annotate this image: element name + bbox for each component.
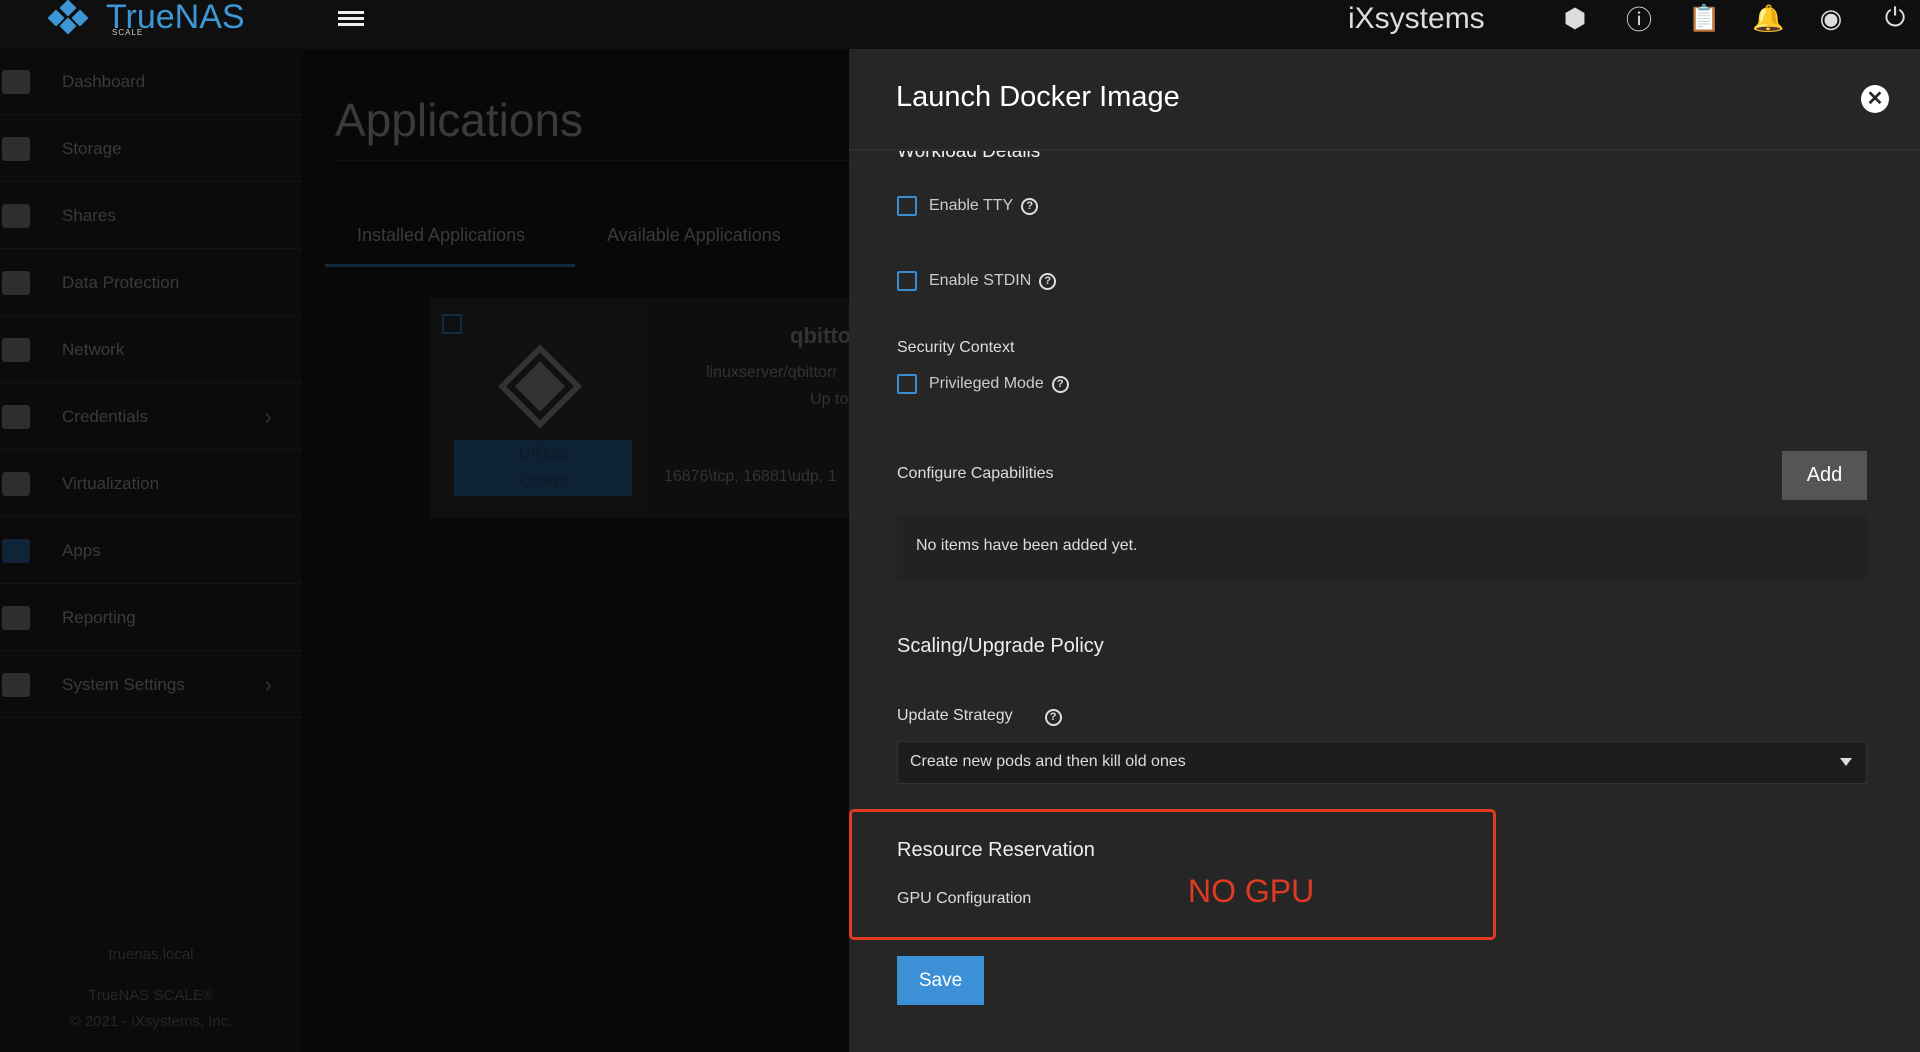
checkbox-box[interactable] — [897, 271, 917, 291]
chevron-right-icon: › — [264, 671, 272, 697]
main-content: Applications Installed Applications Avai… — [302, 49, 852, 1052]
checkbox-label: Enable TTY — [929, 197, 1014, 214]
enable-stdin-checkbox[interactable]: Enable STDIN? — [897, 271, 1057, 291]
panel-title: Launch Docker Image — [896, 81, 1180, 113]
update-strategy-select[interactable]: Create new pods and then kill old ones — [897, 741, 1867, 784]
app-select-checkbox[interactable] — [442, 314, 462, 334]
checkbox-box[interactable] — [897, 196, 917, 216]
app-logo-icon: ◈ — [497, 316, 583, 439]
dashboard-icon — [2, 69, 30, 94]
checkbox-box[interactable] — [897, 374, 917, 394]
help-icon[interactable]: ? — [1051, 375, 1069, 393]
truenas-logo-icon — [47, 0, 89, 35]
shield-icon — [2, 270, 30, 295]
annotation-no-gpu: NO GPU — [1188, 873, 1315, 909]
update-strategy-label: Update Strategy? — [897, 707, 1062, 726]
app-logo-area: ◈ Official Charts — [430, 298, 649, 518]
enable-tty-checkbox[interactable]: Enable TTY? — [897, 196, 1039, 216]
badge-line1: Official — [518, 445, 568, 462]
checkbox-label: Privileged Mode — [929, 375, 1044, 392]
sidebar-item-system-settings[interactable]: System Settings › — [0, 652, 302, 718]
launch-docker-image-panel: Launch Docker Image ✕ Workload Details E… — [849, 49, 1920, 1052]
app-name: qbitto — [790, 323, 852, 348]
network-icon — [2, 337, 30, 362]
sidebar: Dashboard Storage Shares Data Protection… — [0, 49, 302, 1052]
page-title: Applications — [335, 94, 584, 146]
app-image: linuxserver/qbittorr — [706, 364, 838, 381]
chevron-right-icon: › — [264, 403, 272, 429]
official-charts-badge: Official Charts — [454, 440, 632, 496]
product-name: TrueNAS SCALE® — [88, 987, 214, 1004]
resource-reservation-heading: Resource Reservation — [897, 839, 1095, 861]
sidebar-item-label: Dashboard — [62, 71, 146, 91]
sidebar-item-label: Apps — [62, 540, 101, 560]
checkbox-label: Enable STDIN — [929, 272, 1032, 289]
sidebar-item-label: Storage — [62, 138, 122, 158]
divider — [335, 160, 849, 161]
sidebar-item-label: Network — [62, 339, 125, 359]
gpu-configuration-label: GPU Configuration — [897, 890, 1032, 907]
sidebar-item-label: System Settings — [62, 674, 185, 694]
add-capability-button[interactable]: Add — [1782, 451, 1867, 500]
laptop-icon — [2, 471, 30, 496]
privileged-mode-checkbox[interactable]: Privileged Mode? — [897, 374, 1069, 394]
info-icon[interactable]: ⓘ — [1624, 0, 1654, 37]
brand-sub: SCALE — [112, 28, 144, 37]
sidebar-item-credentials[interactable]: Credentials › — [0, 384, 302, 450]
sidebar-item-reporting[interactable]: Reporting — [0, 585, 302, 651]
active-tab-indicator — [325, 264, 575, 267]
storage-icon — [2, 136, 30, 161]
update-strategy-text: Update Strategy — [897, 707, 1013, 724]
sidebar-item-label: Virtualization — [62, 473, 160, 493]
copyright: © 2021 - iXsystems, Inc. — [69, 1013, 233, 1030]
top-bar: TrueNAS SCALE iXsystems ⬢ ⓘ 📋 🔔 ◉ ⏻ — [0, 0, 1920, 49]
selected-value: Create new pods and then kill old ones — [910, 753, 1186, 770]
sidebar-item-label: Data Protection — [62, 272, 180, 292]
reporting-icon — [2, 605, 30, 630]
capabilities-empty-list: No items have been added yet. — [897, 514, 1867, 579]
app-card[interactable]: ◈ Official Charts qbitto linuxserver/qbit… — [430, 298, 852, 518]
sidebar-item-label: Shares — [62, 205, 116, 225]
annotation-highlight-box — [849, 809, 1496, 940]
power-icon[interactable]: ⏻ — [1880, 2, 1910, 34]
sidebar-item-data-protection[interactable]: Data Protection — [0, 250, 302, 316]
sidebar-item-apps[interactable]: Apps — [0, 518, 302, 584]
ixsystems-logo: iXsystems — [1348, 2, 1485, 35]
truecommand-icon[interactable]: ⬢ — [1560, 3, 1590, 34]
menu-toggle-icon[interactable] — [338, 8, 364, 28]
bell-icon[interactable]: 🔔 — [1752, 3, 1784, 34]
security-context-label: Security Context — [897, 339, 1015, 356]
clipboard-icon[interactable]: 📋 — [1688, 3, 1720, 34]
configure-capabilities-label: Configure Capabilities — [897, 465, 1054, 482]
save-button[interactable]: Save — [897, 956, 984, 1005]
sidebar-item-virtualization[interactable]: Virtualization — [0, 451, 302, 517]
sidebar-item-dashboard[interactable]: Dashboard — [0, 49, 302, 115]
app-ports: 16876\tcp, 16881\udp, 1 — [664, 468, 837, 485]
app-status: Up to — [810, 391, 849, 408]
sidebar-item-network[interactable]: Network — [0, 317, 302, 383]
dropdown-arrow-icon — [1840, 758, 1852, 766]
account-icon[interactable]: ◉ — [1816, 3, 1846, 34]
hostname: truenas.local — [108, 946, 194, 963]
sidebar-item-label: Reporting — [62, 607, 136, 627]
truenas-logo[interactable]: TrueNAS SCALE — [40, 0, 245, 37]
shares-icon — [2, 203, 30, 228]
help-icon[interactable]: ? — [1021, 197, 1039, 215]
sidebar-item-storage[interactable]: Storage — [0, 116, 302, 182]
tab-available-applications[interactable]: Available Applications — [607, 225, 781, 246]
help-icon[interactable]: ? — [1039, 272, 1057, 290]
gear-icon — [2, 672, 30, 697]
scaling-upgrade-policy-heading: Scaling/Upgrade Policy — [897, 635, 1104, 657]
sidebar-item-shares[interactable]: Shares — [0, 183, 302, 249]
section-heading-workload-details: Workload Details — [897, 151, 1040, 163]
help-icon[interactable]: ? — [1044, 709, 1062, 726]
close-icon[interactable]: ✕ — [1861, 85, 1889, 113]
badge-line2: Charts — [519, 473, 567, 490]
sidebar-item-label: Credentials — [62, 406, 148, 426]
section-heading-text: Workload Details — [897, 151, 1041, 162]
key-icon — [2, 404, 30, 429]
apps-icon — [2, 538, 30, 563]
tab-installed-applications[interactable]: Installed Applications — [357, 225, 525, 246]
